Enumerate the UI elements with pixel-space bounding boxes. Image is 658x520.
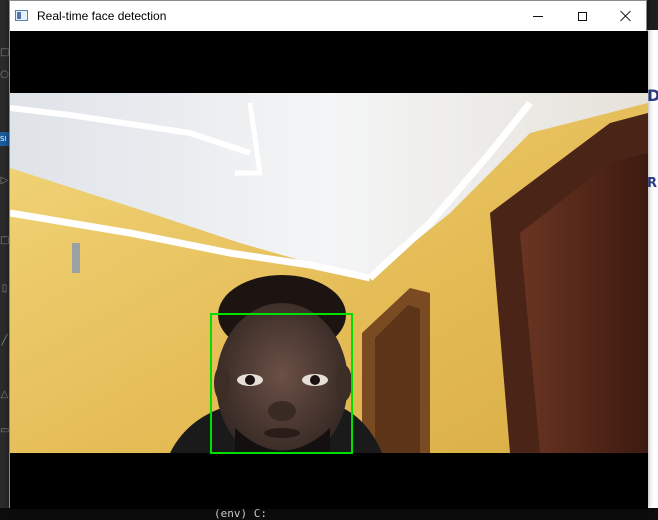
face-detection-window[interactable]: Real-time face detection — [9, 0, 648, 509]
window-title: Real-time face detection — [37, 9, 167, 23]
close-button[interactable] — [603, 1, 649, 31]
background-terminal: (env) C: — [0, 507, 658, 520]
bg-text-fragment: R — [647, 176, 658, 191]
bg-badge: SI — [0, 132, 9, 146]
bg-toolbar-icon: ▭ — [0, 425, 10, 436]
bg-toolbar-icon: □ — [0, 47, 10, 58]
minimize-icon — [533, 15, 543, 17]
title-bar[interactable]: Real-time face detection — [10, 1, 646, 31]
maximize-button[interactable] — [559, 1, 605, 31]
face-detection-box — [210, 313, 353, 454]
bg-toolbar-icon: ○ — [0, 69, 9, 80]
bg-toolbar-icon: □ — [0, 235, 10, 246]
bg-text-fragment: D — [647, 86, 658, 105]
bg-toolbar-icon: ▯ — [1, 283, 8, 294]
minimize-button[interactable] — [515, 1, 561, 31]
window-app-icon[interactable] — [15, 10, 28, 21]
bg-toolbar-icon: △ — [0, 389, 9, 400]
video-canvas — [10, 31, 648, 509]
close-icon — [620, 10, 632, 22]
bg-toolbar-icon: ▷ — [0, 175, 9, 186]
maximize-icon — [577, 11, 587, 21]
bg-toolbar-icon: ╱ — [1, 335, 8, 346]
background-app-right-edge: D R — [647, 30, 658, 520]
wall-fixture — [72, 243, 80, 273]
